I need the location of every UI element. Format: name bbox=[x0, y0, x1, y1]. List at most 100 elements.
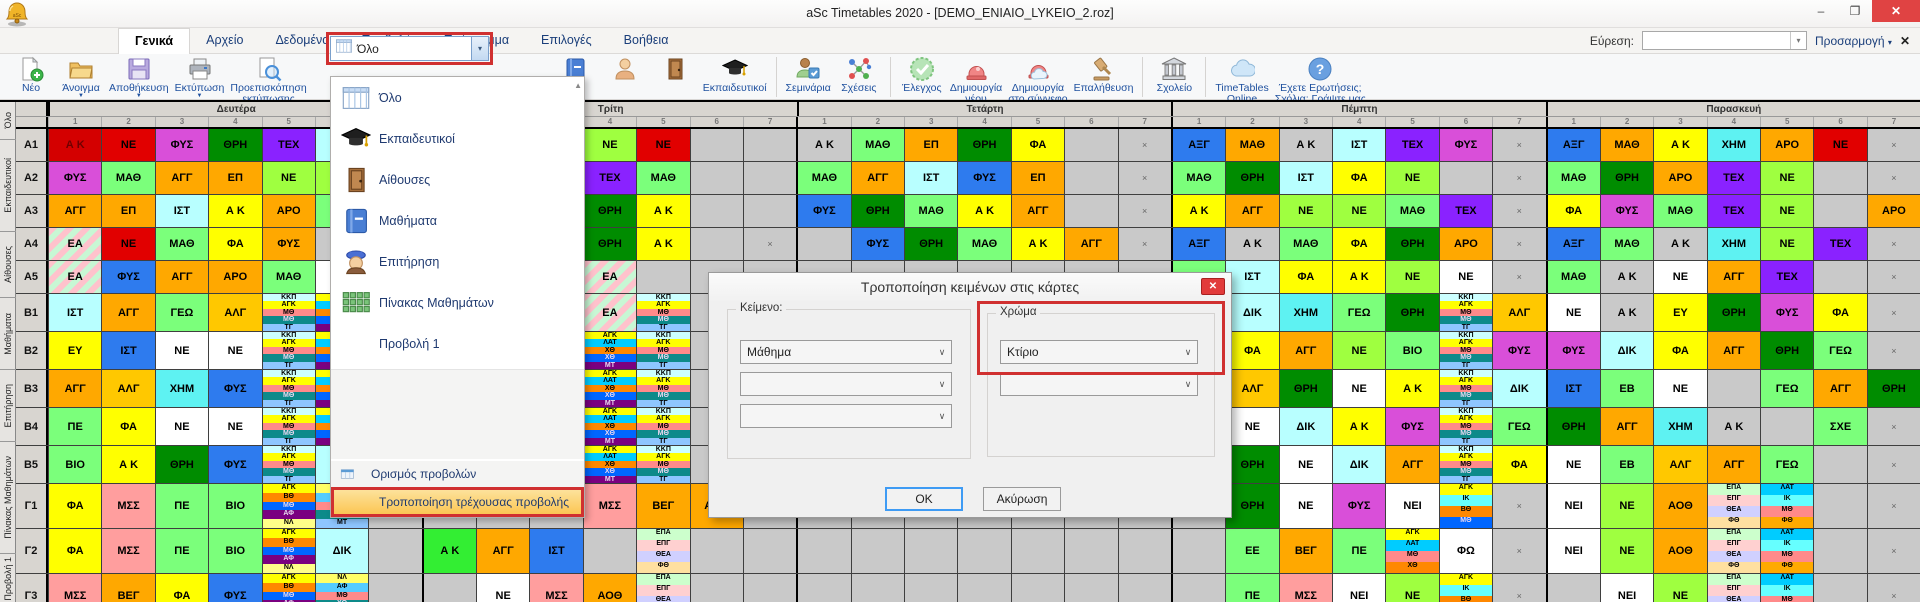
timetable-cell[interactable]: Α Κ bbox=[1279, 129, 1332, 161]
card-group-segment[interactable]: ΜΘ bbox=[1440, 461, 1492, 468]
card-group-segment[interactable]: ΘΕΑ bbox=[1708, 596, 1760, 602]
timetable-cell[interactable]: ΧΗΜ bbox=[1707, 228, 1760, 260]
timetable-cell[interactable]: ΛΑΤΙΚΜΘΦΘ bbox=[1760, 529, 1813, 573]
timetable-cell[interactable]: ΧΗΜ bbox=[1707, 129, 1760, 161]
timetable-cell[interactable]: ΝΛΑΦΜΘΧΘΜΤ bbox=[315, 574, 368, 602]
timetable-cell[interactable]: ΔΙΚ bbox=[315, 529, 368, 573]
timetable-cell[interactable]: ΝΕ bbox=[1600, 529, 1653, 573]
timetable-cell[interactable]: ΦΥΣ bbox=[208, 574, 261, 602]
card-group-segment[interactable]: ΜΤ bbox=[584, 438, 636, 445]
timetable-cell[interactable]: ΒΕΓ bbox=[636, 484, 689, 528]
timetable-cell[interactable]: × bbox=[1867, 261, 1920, 293]
timetable-cell[interactable]: ΜΣΣ bbox=[583, 484, 636, 528]
timetable-cell[interactable]: Α Κ bbox=[48, 129, 101, 161]
card-group-segment[interactable]: ΧΘ bbox=[584, 392, 636, 399]
timetable-cell[interactable]: ΕΒ bbox=[1600, 446, 1653, 483]
card-group-segment[interactable]: ΜΘ bbox=[1440, 316, 1492, 323]
card-group-segment[interactable]: ΜΘ bbox=[263, 461, 315, 468]
card-group-segment[interactable]: ΤΓ bbox=[637, 362, 689, 369]
timetable-cell[interactable]: ΑΓΚΒΘΜΘΑΦΝΛ bbox=[262, 574, 315, 602]
timetable-cell[interactable]: ΝΕ bbox=[262, 162, 315, 194]
card-group-segment[interactable]: ΜΘ bbox=[637, 461, 689, 468]
card-group-segment[interactable]: ΜΘ bbox=[1761, 506, 1813, 517]
timetable-cell[interactable]: ΝΕ bbox=[636, 129, 689, 161]
card-group-segment[interactable]: ΑΓΚ bbox=[1440, 301, 1492, 308]
combo-dropdown-icon[interactable]: ▾ bbox=[471, 37, 488, 60]
timetable-cell[interactable]: ΚΚΠΑΓΚΜΘΜΘΤΓ bbox=[636, 370, 689, 407]
menu-tab-Βοήθεια[interactable]: Βοήθεια bbox=[608, 28, 685, 54]
timetable-cell[interactable] bbox=[583, 529, 636, 573]
timetable-cell[interactable]: ΚΚΠΑΓΚΜΘΜΘΤΓ bbox=[262, 446, 315, 483]
sidebar-tab-Επιτήρηση[interactable]: Επιτήρηση bbox=[0, 370, 16, 442]
timetable-cell[interactable] bbox=[422, 574, 476, 602]
timetable-cell[interactable]: ΙΣΤ bbox=[101, 332, 154, 369]
card-group-segment[interactable]: ΑΦ bbox=[263, 555, 315, 564]
card-group-segment[interactable]: ΚΚΠ bbox=[1440, 408, 1492, 415]
card-group-segment[interactable]: ΑΓΚ bbox=[263, 529, 315, 538]
card-group-segment[interactable]: ΤΓ bbox=[263, 438, 315, 445]
timetable-cell[interactable]: ΦΑ bbox=[1011, 129, 1064, 161]
timetable-cell[interactable]: ΘΡΗ bbox=[1707, 294, 1760, 331]
timetable-cell[interactable]: Α Κ bbox=[1171, 195, 1225, 227]
timetable-cell[interactable]: ΦΥΣ bbox=[1492, 332, 1545, 369]
timetable-cell[interactable]: ΑΓΓ bbox=[101, 294, 154, 331]
card-group-segment[interactable]: ΘΕΑ bbox=[637, 596, 689, 602]
ribbon-button-door[interactable] bbox=[653, 56, 697, 83]
timetable-cell[interactable] bbox=[1064, 129, 1117, 161]
card-group-segment[interactable]: ΑΦ bbox=[263, 510, 315, 519]
card-group-segment[interactable]: ΑΓΚ bbox=[1440, 415, 1492, 422]
card-group-segment[interactable]: ΤΓ bbox=[637, 400, 689, 407]
card-group-segment[interactable]: ΤΓ bbox=[263, 362, 315, 369]
timetable-cell[interactable] bbox=[1439, 162, 1492, 194]
card-group-segment[interactable]: ΤΓ bbox=[637, 476, 689, 483]
card-group-segment[interactable]: ΜΤ bbox=[584, 476, 636, 483]
card-group-segment[interactable]: ΑΓΚ bbox=[263, 339, 315, 346]
timetable-cell[interactable]: Α Κ bbox=[796, 129, 850, 161]
timetable-cell[interactable]: ΘΡΗ bbox=[1760, 332, 1813, 369]
card-group-segment[interactable]: ΑΓΚ bbox=[263, 484, 315, 493]
timetable-cell[interactable]: ΜΑΘ bbox=[904, 195, 957, 227]
timetable-cell[interactable]: × bbox=[1867, 484, 1920, 528]
timetable-cell[interactable]: ΕΠ bbox=[1011, 162, 1064, 194]
dialog-combobox[interactable]: ∨ bbox=[1000, 372, 1198, 396]
timetable-cell[interactable]: ΒΙΟ bbox=[1385, 332, 1438, 369]
timetable-cell[interactable]: ΔΙΚ bbox=[1332, 446, 1385, 483]
timetable-cell[interactable]: × bbox=[1492, 195, 1545, 227]
timetable-cell[interactable]: ΘΡΗ bbox=[1600, 162, 1653, 194]
card-group-segment[interactable]: ΜΘ bbox=[1440, 392, 1492, 399]
card-group-segment[interactable]: ΤΓ bbox=[1440, 438, 1492, 445]
card-group-segment[interactable]: ΚΚΠ bbox=[637, 332, 689, 339]
card-group-segment[interactable]: ΚΚΠ bbox=[637, 370, 689, 377]
timetable-cell[interactable]: ΓΕΩ bbox=[1760, 370, 1813, 407]
timetable-cell[interactable]: ΘΡΗ bbox=[1225, 162, 1278, 194]
timetable-cell[interactable]: × bbox=[1867, 574, 1920, 602]
card-group-segment[interactable]: ΒΘ bbox=[263, 538, 315, 547]
card-group-segment[interactable]: ΜΘ bbox=[263, 430, 315, 437]
ok-button[interactable]: OK bbox=[885, 487, 963, 511]
card-group-segment[interactable]: ΑΦ bbox=[316, 583, 368, 592]
card-group-segment[interactable]: ΛΑΤ bbox=[584, 453, 636, 460]
timetable-cell[interactable] bbox=[796, 574, 850, 602]
timetable-cell[interactable]: ΜΑΘ bbox=[1546, 261, 1600, 293]
menu-item-Μαθήματα[interactable]: Μαθήματα bbox=[331, 200, 584, 241]
timetable-cell[interactable]: ΕΠΑΕΠΓΘΕΑΦΘ bbox=[636, 574, 689, 602]
timetable-cell[interactable]: ΑΓΚΛΑΤΧΘΧΘΜΤ bbox=[583, 446, 636, 483]
card-group-segment[interactable]: ΚΚΠ bbox=[637, 294, 689, 301]
timetable-cell[interactable]: Α Κ bbox=[636, 195, 689, 227]
timetable-cell[interactable]: × bbox=[1867, 162, 1920, 194]
timetable-cell[interactable]: ΝΕ bbox=[1653, 370, 1706, 407]
card-group-segment[interactable]: ΚΚΠ bbox=[1440, 370, 1492, 377]
card-group-segment[interactable]: ΜΘ bbox=[637, 316, 689, 323]
timetable-cell[interactable]: × bbox=[1118, 129, 1171, 161]
timetable-cell[interactable]: × bbox=[1118, 195, 1171, 227]
timetable-cell[interactable]: ΙΣΤ bbox=[1279, 162, 1332, 194]
card-group-segment[interactable]: ΑΓΚ bbox=[584, 332, 636, 339]
timetable-cell[interactable] bbox=[1064, 162, 1117, 194]
timetable-cell[interactable]: ΝΕ bbox=[208, 408, 261, 445]
timetable-cell[interactable]: ΑΓΚΙΚΒΘΜΘ bbox=[1439, 484, 1492, 528]
card-group-segment[interactable]: ΑΓΚ bbox=[1440, 377, 1492, 384]
timetable-cell[interactable] bbox=[636, 261, 689, 293]
timetable-cell[interactable]: ΑΓΚΛΑΤΧΘΧΘΜΤ bbox=[583, 332, 636, 369]
timetable-cell[interactable]: × bbox=[1867, 294, 1920, 331]
timetable-cell[interactable]: × bbox=[1118, 228, 1171, 260]
